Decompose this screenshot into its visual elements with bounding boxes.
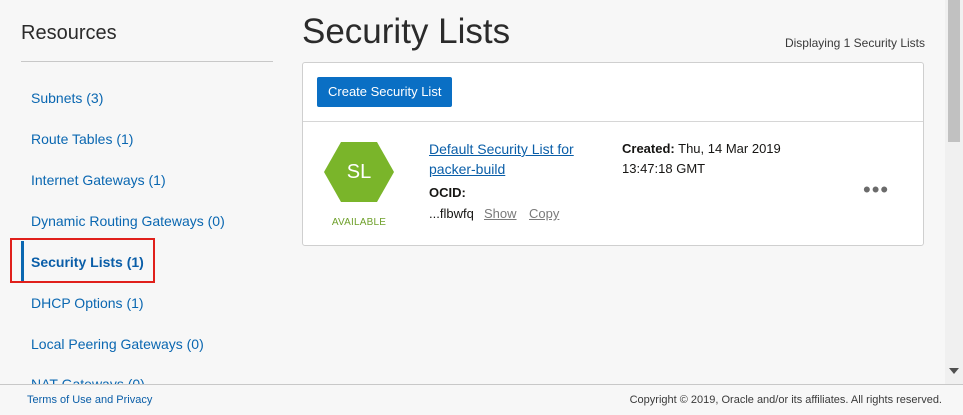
copyright-text: Copyright © 2019, Oracle and/or its affi… [629,394,942,406]
sidebar-item-internet-gateways[interactable]: Internet Gateways (1) [31,172,166,188]
more-actions-icon[interactable]: ••• [863,177,889,203]
sidebar-item-route-tables[interactable]: Route Tables (1) [31,131,133,147]
created-info: Created: Thu, 14 Mar 2019 13:47:18 GMT [622,139,812,179]
ocid-copy-link[interactable]: Copy [529,206,559,221]
footer: Terms of Use and Privacy Copyright © 201… [0,384,963,415]
resources-sidebar: Resources Subnets (3) Route Tables (1) I… [0,0,290,384]
status-badge: AVAILABLE [331,217,387,228]
scroll-down-arrow-icon[interactable] [949,368,959,374]
panel-toolbar: Create Security List [303,63,923,122]
page-title: Security Lists [302,12,511,51]
sidebar-item-dynamic-routing-gateways[interactable]: Dynamic Routing Gateways (0) [31,213,225,229]
security-lists-panel: Create Security List SL AVAILABLE Defaul… [302,62,924,246]
highlight-box [10,238,155,283]
ocid-label: OCID: [429,185,466,200]
terms-privacy-link[interactable]: Terms of Use and Privacy [27,394,152,406]
vertical-scrollbar[interactable] [945,0,963,384]
result-count: Displaying 1 Security Lists [784,36,925,50]
sidebar-item-dhcp-options[interactable]: DHCP Options (1) [31,295,144,311]
badge-label: SL [346,161,372,183]
create-security-list-button[interactable]: Create Security List [317,77,453,107]
divider [21,61,273,62]
scrollbar-thumb[interactable] [948,0,960,142]
security-list-badge-icon: SL [323,141,395,203]
sidebar-item-local-peering-gateways[interactable]: Local Peering Gateways (0) [31,336,204,352]
sidebar-item-nat-gateways[interactable]: NAT Gateways (0) [31,376,145,384]
created-label: Created: [622,141,675,156]
resources-title: Resources [21,22,117,44]
security-list-name-link[interactable]: Default Security List for packer-build [429,139,589,179]
ocid-show-link[interactable]: Show [484,206,517,221]
ocid-value: ...flbwfq [429,206,474,221]
sidebar-item-subnets[interactable]: Subnets (3) [31,90,103,106]
